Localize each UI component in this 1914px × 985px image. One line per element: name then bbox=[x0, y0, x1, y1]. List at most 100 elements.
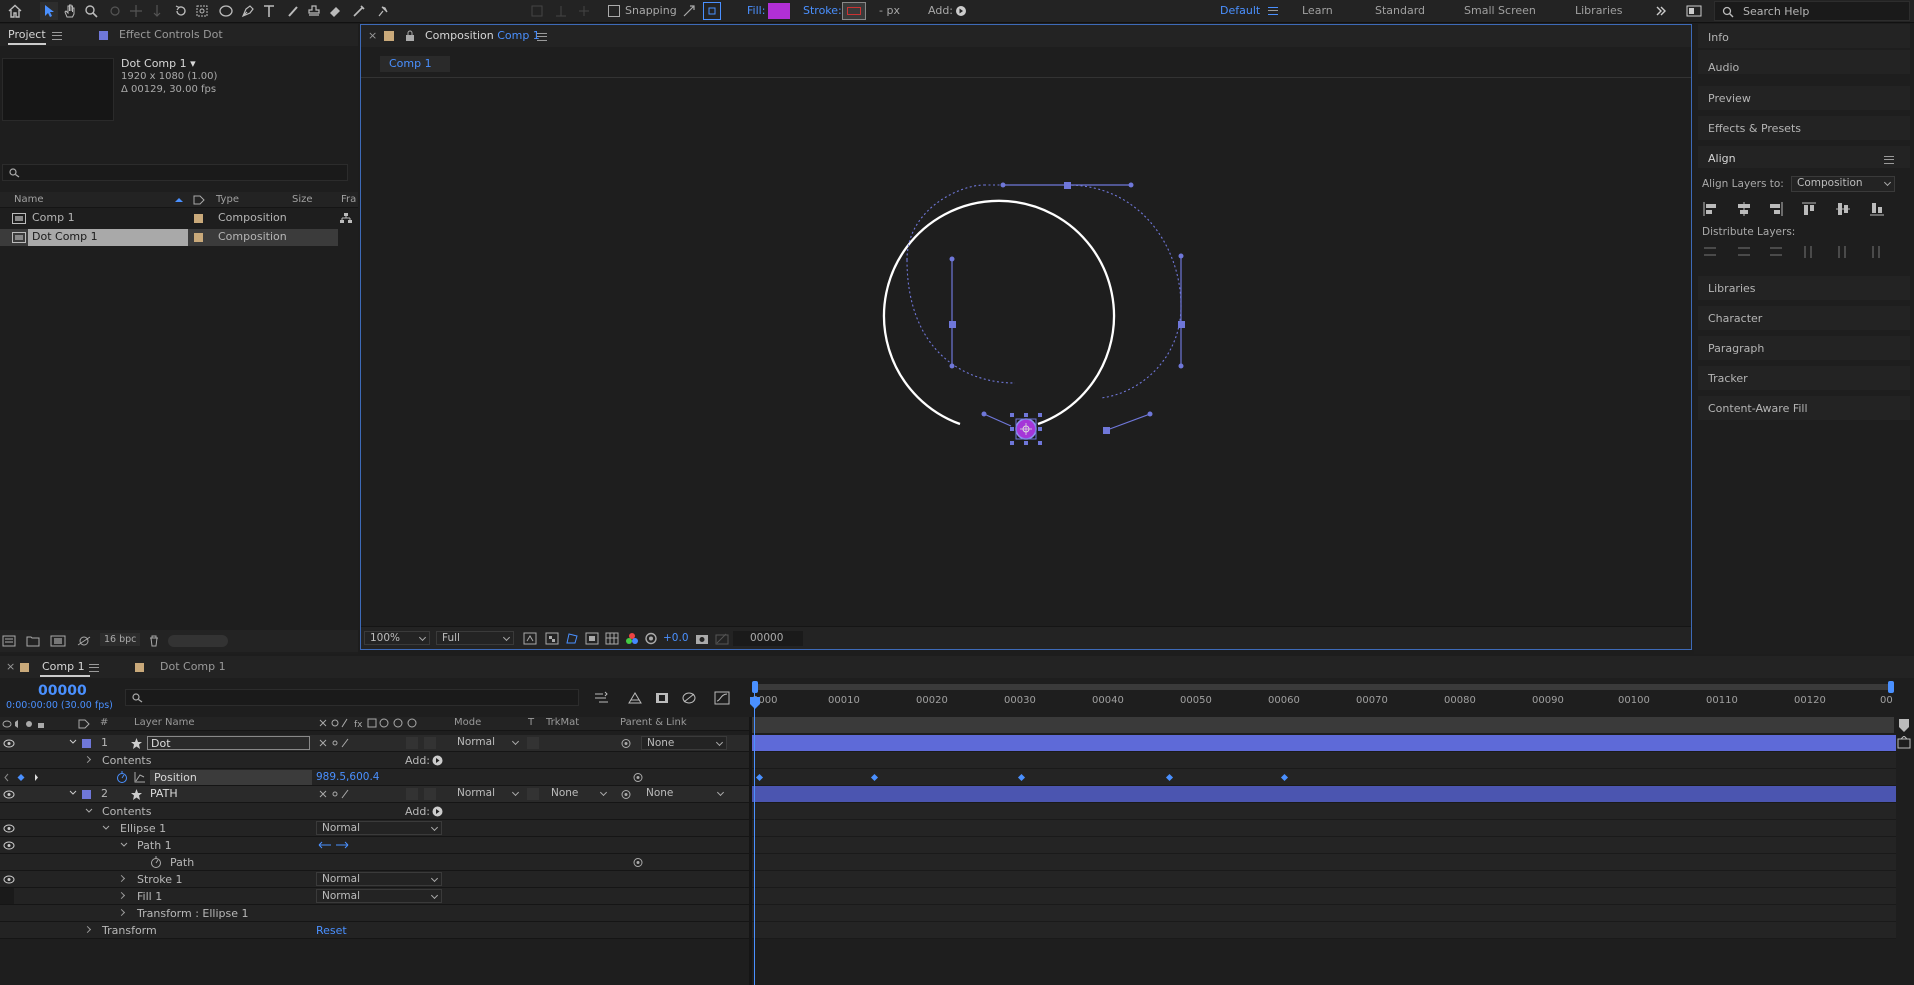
rotation-tool-icon[interactable] bbox=[172, 2, 190, 20]
snap-features-icon[interactable] bbox=[703, 2, 721, 20]
frame-blending-icon[interactable] bbox=[681, 691, 697, 705]
layer-bar-path[interactable] bbox=[752, 786, 1896, 803]
expand-chevron-icon[interactable] bbox=[117, 874, 126, 883]
transparency-grid-icon[interactable] bbox=[545, 632, 559, 645]
exposure-icon[interactable] bbox=[644, 632, 658, 645]
workspace-standard[interactable]: Standard bbox=[1375, 4, 1425, 17]
bezier-handle[interactable] bbox=[1106, 413, 1151, 431]
info-panel-header[interactable] bbox=[1698, 24, 1910, 48]
switch-box[interactable] bbox=[424, 788, 436, 800]
pick-whip-icon[interactable] bbox=[620, 789, 632, 800]
fill-group-row[interactable]: Fill 1 Normal bbox=[0, 888, 752, 905]
workspace-menu-icon[interactable] bbox=[1268, 7, 1278, 15]
handle-point[interactable] bbox=[1178, 363, 1184, 369]
switch-box[interactable] bbox=[406, 737, 418, 749]
expression-pick-whip-icon[interactable] bbox=[632, 857, 644, 868]
preview-panel[interactable]: Preview bbox=[1708, 92, 1751, 105]
handle-point[interactable] bbox=[949, 363, 955, 369]
keyframe[interactable] bbox=[1165, 773, 1174, 782]
distribute-vcenter-icon[interactable] bbox=[1738, 247, 1750, 249]
lock-icon[interactable] bbox=[405, 30, 415, 41]
content-aware-fill-panel[interactable]: Content-Aware Fill bbox=[1708, 402, 1808, 415]
switch-box[interactable] bbox=[406, 788, 418, 800]
distribute-bottom-icon[interactable] bbox=[1770, 247, 1782, 249]
selection-tool-icon[interactable] bbox=[40, 2, 58, 20]
handle-point[interactable] bbox=[1000, 182, 1006, 188]
keyframe-navigator[interactable] bbox=[4, 773, 38, 782]
playhead-handle-icon[interactable] bbox=[749, 696, 761, 710]
column-mode[interactable]: Mode bbox=[454, 717, 481, 728]
graph-icon[interactable] bbox=[134, 771, 146, 783]
keyframe-point[interactable] bbox=[949, 321, 956, 328]
path-group-row[interactable]: Path 1 bbox=[0, 837, 752, 854]
bezier-handle[interactable] bbox=[983, 413, 1012, 427]
composition-menu-icon[interactable] bbox=[537, 33, 547, 41]
thumbnail-scroll-slider[interactable] bbox=[168, 635, 228, 647]
expand-chevron-icon[interactable] bbox=[117, 891, 126, 900]
expression-pick-whip-icon[interactable] bbox=[632, 772, 644, 783]
axis-mode-icon[interactable] bbox=[528, 2, 546, 20]
stopwatch-icon[interactable] bbox=[116, 771, 128, 783]
distribute-left-icon[interactable] bbox=[1804, 246, 1806, 258]
layer-switches[interactable] bbox=[318, 789, 364, 800]
ellipse-path-shape[interactable] bbox=[882, 199, 1116, 426]
eraser-tool-icon[interactable] bbox=[326, 2, 344, 20]
color-depth-button[interactable]: 16 bpc bbox=[100, 633, 141, 646]
project-menu-icon[interactable] bbox=[52, 32, 62, 40]
tab-composition[interactable]: Composition Comp 1 bbox=[425, 29, 540, 42]
tab-effect-controls[interactable]: Effect Controls Dot bbox=[119, 28, 223, 41]
effects-presets-panel[interactable]: Effects & Presets bbox=[1708, 122, 1801, 135]
add-arrow-icon[interactable] bbox=[952, 2, 970, 20]
eye-empty-box[interactable] bbox=[0, 888, 14, 904]
region-of-interest-icon[interactable] bbox=[585, 632, 599, 645]
stroke-group-row[interactable]: Stroke 1 Normal bbox=[0, 871, 752, 888]
viewer-timecode[interactable]: 00000 bbox=[733, 631, 803, 646]
project-settings-icon[interactable] bbox=[77, 635, 91, 647]
layer-switches[interactable] bbox=[318, 738, 364, 749]
stroke-width-value[interactable]: - px bbox=[879, 4, 900, 17]
add-arrow-icon[interactable] bbox=[432, 755, 443, 766]
eye-icon[interactable] bbox=[3, 824, 15, 833]
column-layer-name[interactable]: Layer Name bbox=[134, 717, 195, 728]
fill-color-swatch[interactable] bbox=[767, 2, 791, 20]
new-composition-icon[interactable] bbox=[50, 635, 66, 647]
transform-reset-link[interactable]: Reset bbox=[316, 924, 347, 937]
comp-subtab[interactable]: Comp 1 bbox=[380, 56, 450, 72]
expand-chevron-icon[interactable] bbox=[85, 808, 93, 814]
close-icon[interactable]: × bbox=[368, 29, 377, 42]
keyframe-point[interactable] bbox=[1178, 321, 1185, 328]
path-property-row[interactable]: Path bbox=[0, 854, 752, 871]
character-panel[interactable]: Character bbox=[1708, 312, 1762, 325]
show-snapshot-icon[interactable] bbox=[715, 632, 729, 645]
audio-panel[interactable]: Audio bbox=[1708, 61, 1739, 74]
snapping-checkbox[interactable] bbox=[608, 5, 620, 17]
mask-visibility-icon[interactable] bbox=[565, 632, 579, 645]
handle-point[interactable] bbox=[1147, 411, 1153, 417]
work-area-start-handle[interactable] bbox=[752, 681, 758, 693]
graph-editor-icon[interactable] bbox=[714, 691, 730, 705]
current-time-display[interactable]: 00000 bbox=[38, 683, 87, 699]
comp-mini-flowchart-icon[interactable] bbox=[594, 691, 610, 705]
align-left-icon[interactable] bbox=[1703, 202, 1716, 216]
workspace-overflow-icon[interactable] bbox=[1652, 2, 1670, 20]
timeline-menu-icon[interactable] bbox=[89, 664, 99, 672]
fast-previews-icon[interactable] bbox=[523, 632, 537, 645]
pan-camera-icon[interactable] bbox=[127, 2, 145, 20]
flowchart-icon[interactable] bbox=[340, 213, 352, 224]
keyframe-point[interactable] bbox=[1064, 182, 1071, 189]
layer-name-field[interactable]: Dot bbox=[147, 736, 310, 750]
close-icon[interactable]: × bbox=[6, 660, 15, 673]
stroke-color-swatch[interactable] bbox=[842, 2, 866, 20]
keyframe[interactable] bbox=[870, 773, 879, 782]
workspace-learn[interactable]: Learn bbox=[1302, 4, 1333, 17]
work-area-end-handle[interactable] bbox=[1888, 681, 1894, 693]
search-help-field[interactable]: Search Help bbox=[1714, 1, 1910, 21]
keyframe[interactable] bbox=[1017, 773, 1026, 782]
contents-row[interactable]: Contents Add: bbox=[0, 752, 752, 769]
align-horizontal-center-icon[interactable] bbox=[1738, 202, 1750, 216]
hide-shy-layers-icon[interactable] bbox=[654, 691, 670, 705]
handle-point[interactable] bbox=[981, 411, 987, 417]
align-top-icon[interactable] bbox=[1802, 202, 1816, 215]
keyframe-point[interactable] bbox=[1103, 427, 1110, 434]
expand-chevron-icon[interactable] bbox=[83, 755, 92, 764]
